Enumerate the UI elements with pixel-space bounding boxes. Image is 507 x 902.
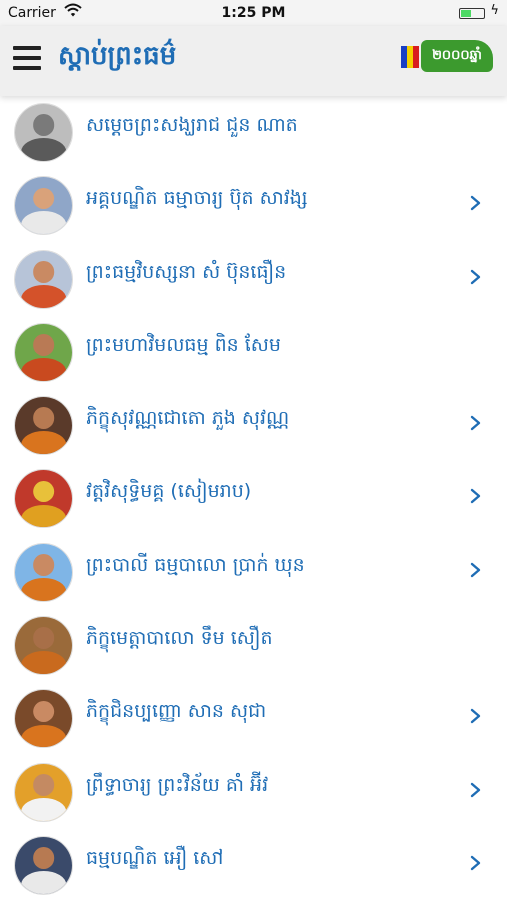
hamburger-menu-icon[interactable] — [13, 46, 41, 72]
list-item[interactable]: ព្រឹទ្ធាចារ្យ ព្រះវិន័យ គាំ អ៊ីវ — [0, 756, 507, 829]
list-item-label: សម្តេចព្រះសង្ឃរាជ ជួន ណាត — [86, 114, 298, 136]
avatar — [14, 835, 73, 895]
avatar — [14, 249, 73, 309]
avatar — [14, 762, 73, 822]
buddhist-flag-icon — [401, 46, 419, 68]
chevron-right-icon — [469, 263, 483, 291]
anniversary-badge[interactable]: ២០០០ឆ្នាំ — [401, 40, 493, 72]
charging-icon: ϟ — [490, 3, 499, 18]
list-item-label: ធម្មបណ្ឌិត អឿ សៅ — [86, 846, 224, 869]
status-bar: Carrier 1:25 PM ϟ — [0, 0, 507, 26]
list-item[interactable]: ភិក្ខុមេត្តាបាលោ ទឹម សឿត — [0, 609, 507, 682]
list-item[interactable]: សម្តេចព្រះសង្ឃរាជ ជួន ណាត — [0, 96, 507, 169]
list-item[interactable]: ព្រះមហាវិមលធម្ម ពិន សែម — [0, 316, 507, 389]
list-item-label: វត្តវិសុទ្ធិមគ្គ (សៀមរាប) — [86, 480, 252, 503]
avatar — [14, 103, 73, 162]
chevron-right-icon — [469, 409, 483, 437]
list-item[interactable]: អគ្គបណ្ឌិត ធម្មាចារ្យ ប៊ុត សាវង្ស — [0, 169, 507, 242]
list-item[interactable]: ភិក្ខុសុវណ្ណជោតោ ភួង សុវណ្ណ — [0, 389, 507, 462]
list-item-label: ភិក្ខុមេត្តាបាលោ ទឹម សឿត — [86, 627, 273, 650]
avatar — [14, 469, 73, 529]
list-item-label: ភិក្ខុសុវណ្ណជោតោ ភួង សុវណ្ណ — [86, 407, 290, 430]
list-item-label: ព្រះមហាវិមលធម្ម ពិន សែម — [86, 333, 281, 356]
chevron-right-icon — [469, 556, 483, 584]
chevron-right-icon — [469, 189, 483, 217]
list-item-label: អគ្គបណ្ឌិត ធម្មាចារ្យ ប៊ុត សាវង្ស — [86, 187, 308, 210]
list-item[interactable]: ព្រះធម្មវិបស្សនា សំ ប៊ុនធឿន — [0, 243, 507, 316]
list-item[interactable]: ព្រះបាលី ធម្មបាលោ ប្រាក់ ឃុន — [0, 536, 507, 609]
preacher-list: សម្តេចព្រះសង្ឃរាជ ជួន ណាតអគ្គបណ្ឌិត ធម្ម… — [0, 96, 507, 902]
avatar — [14, 542, 73, 602]
avatar — [14, 176, 73, 236]
flag-stripe — [413, 46, 419, 68]
nav-bar: ស្តាប់ព្រះធម៌ ២០០០ឆ្នាំ — [0, 26, 507, 96]
list-item[interactable]: វត្តវិសុទ្ធិមគ្គ (សៀមរាប) — [0, 462, 507, 535]
avatar — [14, 616, 73, 676]
avatar — [14, 322, 73, 382]
chevron-right-icon — [469, 702, 483, 730]
list-item[interactable]: ធម្មបណ្ឌិត អឿ សៅ — [0, 829, 507, 902]
list-item-label: ព្រឹទ្ធាចារ្យ ព្រះវិន័យ គាំ អ៊ីវ — [86, 773, 269, 796]
chevron-right-icon — [469, 849, 483, 877]
clock: 1:25 PM — [221, 5, 286, 21]
list-item-label: ភិក្ខុជិនប្បញ្ញោ សាន សុជា — [86, 700, 267, 723]
avatar — [14, 689, 73, 749]
battery-icon — [459, 8, 485, 19]
avatar — [14, 396, 73, 456]
list-item-label: ព្រះធម្មវិបស្សនា សំ ប៊ុនធឿន — [86, 260, 287, 283]
chevron-right-icon — [469, 482, 483, 510]
list-item[interactable]: ភិក្ខុជិនប្បញ្ញោ សាន សុជា — [0, 682, 507, 755]
page-title: ស្តាប់ព្រះធម៌ — [58, 41, 177, 71]
badge-label: ២០០០ឆ្នាំ — [421, 40, 493, 72]
list-item-label: ព្រះបាលី ធម្មបាលោ ប្រាក់ ឃុន — [86, 553, 305, 576]
chevron-right-icon — [469, 776, 483, 804]
